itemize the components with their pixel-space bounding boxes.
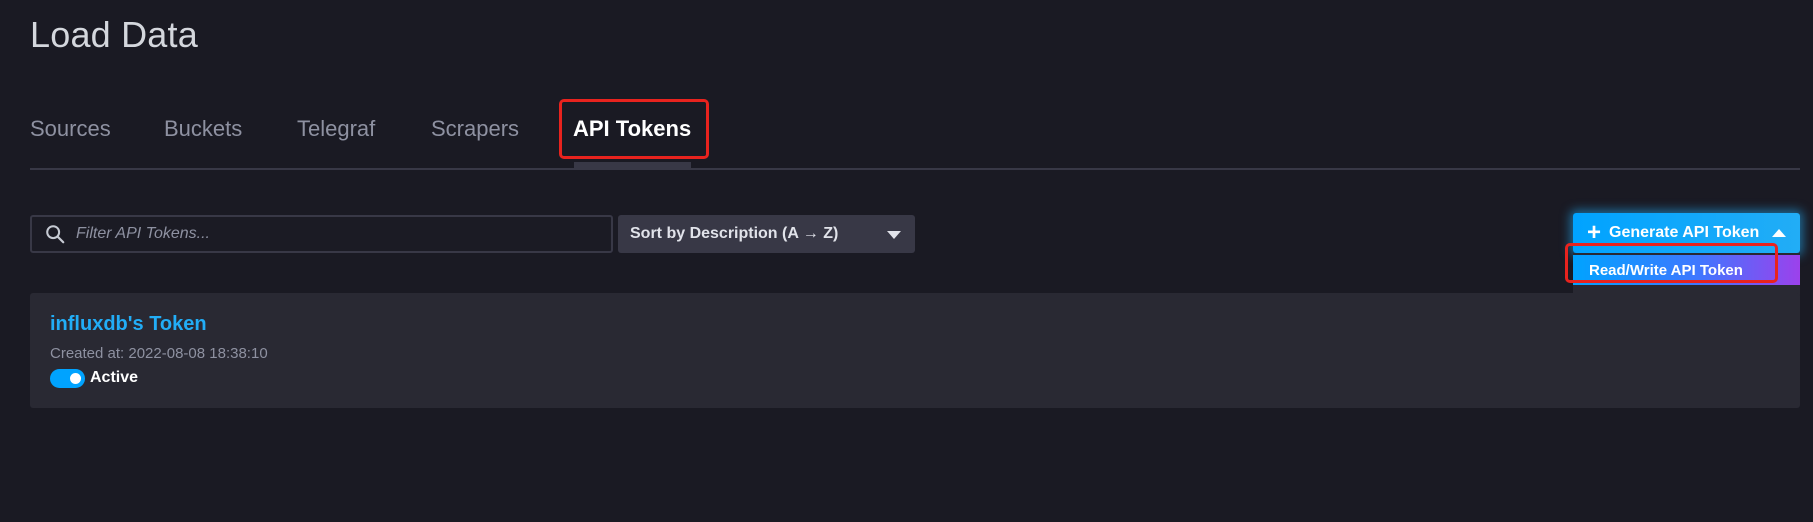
caret-up-icon: [1772, 229, 1786, 237]
token-created-at: Created at: 2022-08-08 18:38:10: [50, 345, 268, 362]
generate-api-token-button[interactable]: + Generate API Token: [1573, 213, 1800, 253]
tab-api-tokens[interactable]: API Tokens: [573, 116, 691, 142]
search-icon: [46, 225, 65, 244]
tab-sources[interactable]: Sources: [30, 116, 111, 142]
token-card: influxdb's Token Created at: 2022-08-08 …: [30, 293, 1800, 408]
page: Load Data Sources Buckets Telegraf Scrap…: [0, 0, 1813, 522]
token-name-link[interactable]: influxdb's Token: [50, 313, 207, 336]
token-active-toggle[interactable]: [50, 369, 85, 388]
tab-scrapers[interactable]: Scrapers: [431, 116, 519, 142]
active-tab-indicator: [574, 162, 691, 170]
tab-telegraf[interactable]: Telegraf: [297, 116, 375, 142]
menu-item-read-write-token[interactable]: Read/Write API Token: [1573, 255, 1800, 285]
sort-label: Sort by Description (A → Z): [630, 225, 839, 242]
tab-buckets[interactable]: Buckets: [164, 116, 242, 142]
filter-search[interactable]: [30, 215, 613, 253]
caret-down-icon: [887, 231, 901, 239]
generate-button-label: Generate API Token: [1609, 224, 1760, 241]
page-title: Load Data: [30, 14, 198, 55]
sort-dropdown[interactable]: Sort by Description (A → Z): [618, 215, 915, 253]
token-status-label: Active: [90, 369, 139, 386]
plus-icon: +: [1587, 219, 1602, 246]
toggle-knob: [70, 373, 81, 384]
tab-bar: Sources Buckets Telegraf Scrapers API To…: [30, 110, 1800, 170]
filter-tokens-input[interactable]: [76, 217, 611, 251]
